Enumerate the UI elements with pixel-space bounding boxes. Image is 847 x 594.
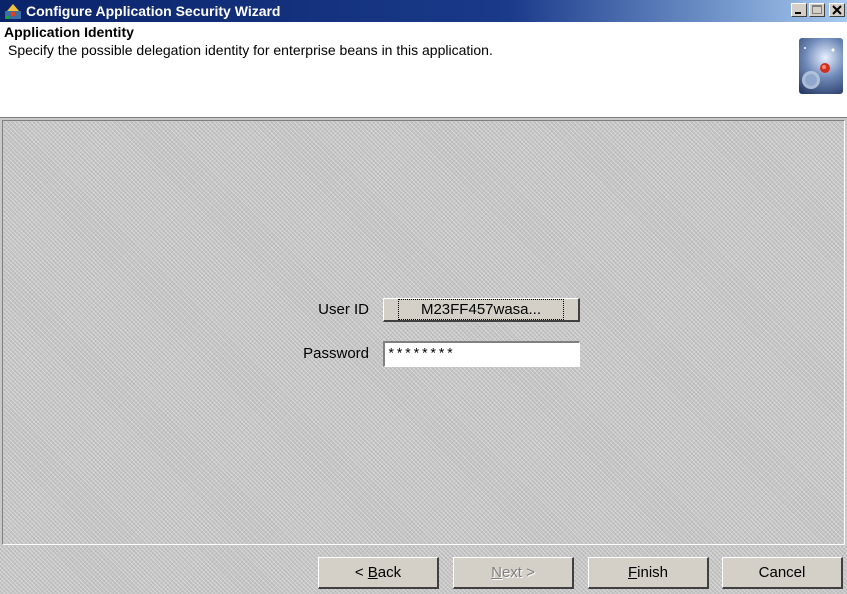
user-id-value: M23FF457wasa... (398, 299, 564, 320)
minimize-button[interactable] (791, 3, 807, 17)
app-icon (4, 2, 22, 20)
window-controls (791, 3, 845, 17)
user-id-label: User ID (318, 301, 369, 318)
window-title: Configure Application Security Wizard (26, 3, 281, 19)
next-button[interactable]: Next > (453, 557, 574, 589)
wizard-window: Configure Application Security Wizard Ap… (0, 0, 847, 594)
wizard-content-panel: User ID M23FF457wasa... Password (2, 120, 845, 545)
finish-button[interactable]: Finish (588, 557, 709, 589)
back-label-rest: ack (377, 564, 402, 581)
page-description: Specify the possible delegation identity… (8, 42, 493, 58)
next-label-rest: ext > (501, 564, 535, 581)
next-mnemonic: N (491, 564, 502, 581)
wizard-graphic-icon (799, 38, 843, 94)
cancel-button[interactable]: Cancel (722, 557, 843, 589)
minimize-icon (795, 12, 801, 14)
cancel-label: Cancel (758, 564, 806, 581)
wizard-header: Application Identity Specify the possibl… (0, 22, 847, 118)
back-prefix: < (354, 564, 368, 581)
title-bar[interactable]: Configure Application Security Wizard (0, 0, 847, 22)
wizard-footer: < Back Next > Finish Cancel (0, 546, 847, 594)
user-id-button[interactable]: M23FF457wasa... (383, 298, 580, 322)
password-field[interactable] (383, 341, 580, 367)
password-label: Password (303, 345, 369, 362)
back-button[interactable]: < Back (318, 557, 439, 589)
back-mnemonic: B (367, 564, 378, 581)
finish-label-rest: inish (637, 564, 669, 581)
close-button[interactable] (829, 3, 845, 17)
finish-mnemonic: F (627, 564, 638, 581)
page-title: Application Identity (4, 24, 134, 40)
close-icon (832, 5, 842, 15)
maximize-button[interactable] (809, 3, 825, 17)
maximize-icon (812, 5, 822, 14)
